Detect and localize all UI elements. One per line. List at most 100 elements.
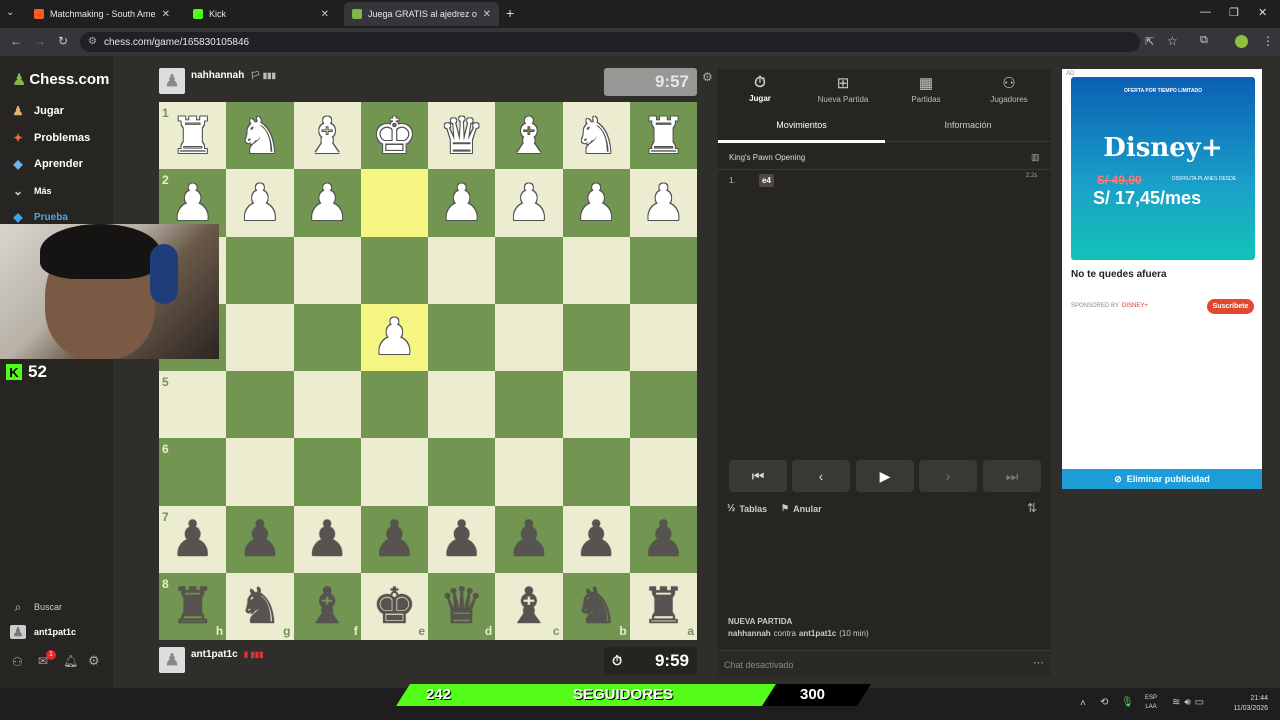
white-knight-piece[interactable]: ♞ [237,111,282,161]
white-bishop-piece[interactable]: ♝ [506,111,551,161]
board-square[interactable]: ♝ [495,102,563,170]
last-move-button[interactable]: ⏭ [983,460,1041,492]
url-input[interactable]: chess.com/game/165830105846 [80,32,1140,52]
white-pawn-piece[interactable]: ♟ [237,178,282,228]
tab-close-icon[interactable]: ✕ [483,9,491,20]
black-bishop-piece[interactable]: ♝ [506,581,551,631]
white-rook-piece[interactable]: ♜ [170,111,215,161]
white-queen-piece[interactable]: ♛ [439,111,484,161]
board-square[interactable] [226,303,294,371]
browser-menu-icon[interactable]: ⋮ [1262,34,1274,48]
board-square[interactable] [495,371,563,439]
board-square[interactable] [360,438,428,506]
white-bishop-piece[interactable]: ♝ [305,111,350,161]
board-square[interactable]: ♞ [562,102,630,170]
desc-player1[interactable]: nahhannah [728,629,771,638]
friends-icon[interactable]: ⚇ [12,655,23,669]
ad-banner[interactable] [1071,77,1255,260]
white-rook-piece[interactable]: ♜ [641,111,686,161]
site-info-icon[interactable]: ⚙ [88,36,97,47]
white-knight-piece[interactable]: ♞ [574,111,619,161]
desc-player2[interactable]: ant1pat1c [799,629,836,638]
opening-name[interactable]: King's Pawn Opening [729,153,805,162]
play-button[interactable]: ▶ [856,460,914,492]
chat-more-icon[interactable]: ⋯ [1033,656,1044,669]
board-square[interactable] [293,236,361,304]
search-nav[interactable]: ⌕ Buscar [10,600,62,614]
black-pawn-piece[interactable]: ♟ [439,514,484,564]
board-square[interactable]: 5 [159,371,227,439]
clock-tray[interactable]: 21:44 11/03/2026 [1222,694,1268,714]
board-square[interactable]: ♛ [428,102,496,170]
next-move-button[interactable]: › [919,460,977,492]
white-pawn-piece[interactable]: ♟ [506,178,551,228]
black-pawn-piece[interactable]: ♟ [641,514,686,564]
board-square[interactable]: ♟ [360,303,428,371]
black-knight-piece[interactable]: ♞ [237,581,282,631]
board-square[interactable]: ♜ [629,102,697,170]
board-square[interactable]: ♟ [495,505,563,573]
black-queen-piece[interactable]: ♛ [439,581,484,631]
move-white[interactable]: e4 [759,174,774,187]
sidebar-item-5[interactable]: ◆ Prueba [10,210,68,224]
board-square[interactable] [226,371,294,439]
board-square[interactable] [360,236,428,304]
user-nav[interactable]: ♟ ant1pat1c [10,625,76,639]
black-pawn-piece[interactable]: ♟ [170,514,215,564]
board-square[interactable]: ♚ [360,102,428,170]
board-square[interactable] [495,303,563,371]
prev-move-button[interactable]: ‹ [792,460,850,492]
black-bishop-piece[interactable]: ♝ [305,581,350,631]
bottom-player-avatar[interactable]: ♟ [159,647,185,673]
chess-board[interactable]: ♜ 1 ♞ ♝ ♚ ♛ ♝ ♞ ♜ ♟ 2 ♟ ♟ ♟ ♟ ♟ ♟ ♟ 5 6 ♟ 7 ♟ ♟ ♟ ♟ ♟ ♟ ♟ ♜ 8 h ♞ g ♝ f ♚ e ♛ d… [159,102,697,640]
black-pawn-piece[interactable]: ♟ [574,514,619,564]
panel-tab-4[interactable]: ⚇ Jugadores [969,74,1049,104]
board-square[interactable]: ♟ 7 [159,505,227,573]
board-square[interactable]: ♝ [293,102,361,170]
board-square[interactable]: ♟ [495,169,563,237]
white-pawn-piece[interactable]: ♟ [170,178,215,228]
board-square[interactable]: ♟ [226,505,294,573]
browser-tab-2[interactable]: Kick ✕ [185,2,337,26]
bottom-player-name[interactable]: ant1pat1c [191,649,238,660]
board-square[interactable]: ♟ [562,505,630,573]
panel-tab-1[interactable]: ⏱ Jugar [720,74,800,103]
board-square[interactable] [629,438,697,506]
chess-logo[interactable]: ♟ Chess.com [12,70,109,89]
opening-book-icon[interactable]: ▥ [1031,152,1040,163]
board-square[interactable] [428,371,496,439]
black-pawn-piece[interactable]: ♟ [372,514,417,564]
board-square[interactable] [293,371,361,439]
sidebar-item-3[interactable]: ◆ Aprender [10,157,83,171]
board-square[interactable]: ♟ [562,169,630,237]
board-square[interactable] [226,236,294,304]
top-player-avatar[interactable]: ♟ [159,68,185,94]
board-square[interactable]: ♜ 1 [159,102,227,170]
sidebar-item-4[interactable]: ⌄ Más [10,184,52,198]
black-pawn-piece[interactable]: ♟ [506,514,551,564]
board-square[interactable]: ♟ [360,505,428,573]
panel-tab-3[interactable]: ▦ Partidas [886,74,966,104]
black-rook-piece[interactable]: ♜ [170,581,215,631]
black-king-piece[interactable]: ♚ [372,581,417,631]
browser-tab-3[interactable]: Juega GRATIS al ajedrez on ✕ [344,2,499,26]
board-square[interactable]: ♟ [293,505,361,573]
board-square[interactable] [360,371,428,439]
board-square[interactable]: ♝ c [495,572,563,640]
abort-button[interactable]: ⚑ Anular [781,503,822,514]
white-pawn-piece[interactable]: ♟ [574,178,619,228]
board-square[interactable] [293,438,361,506]
tray-app-icon[interactable]: ⟲ [1100,697,1108,708]
black-pawn-piece[interactable]: ♟ [305,514,350,564]
profile-avatar[interactable] [1235,35,1248,48]
bookmark-star-icon[interactable]: ☆ [1167,34,1178,48]
mic-icon[interactable]: 🎙︎ [1121,697,1134,708]
board-square[interactable]: ♟ [293,169,361,237]
white-pawn-piece[interactable]: ♟ [641,178,686,228]
ad-headline[interactable]: No te quedes afuera [1071,269,1167,280]
board-square[interactable]: ♞ [226,102,294,170]
white-king-piece[interactable]: ♚ [372,111,417,161]
subtab-moves[interactable]: Movimientos [718,120,885,130]
white-pawn-piece[interactable]: ♟ [439,178,484,228]
board-square[interactable]: ♟ [226,169,294,237]
